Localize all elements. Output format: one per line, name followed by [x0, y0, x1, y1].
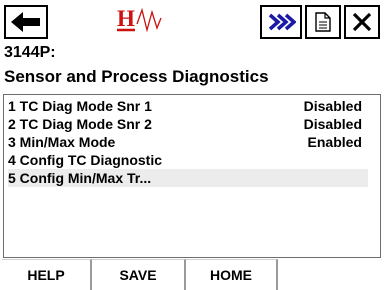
back-button[interactable] [4, 5, 48, 39]
menu-item-tc-diag-mode-snr-1[interactable]: 1 TC Diag Mode Snr 1 Disabled [8, 97, 368, 115]
document-button[interactable] [305, 5, 341, 39]
menu-item-value: Disabled [303, 98, 362, 114]
menu-item-tc-diag-mode-snr-2[interactable]: 2 TC Diag Mode Snr 2 Disabled [8, 115, 368, 133]
menu-item-value: Enabled [307, 134, 362, 150]
close-button[interactable] [344, 5, 380, 39]
page-title: Sensor and Process Diagnostics [4, 67, 269, 86]
menu-item-config-tc-diagnostic[interactable]: 4 Config TC Diagnostic [8, 151, 368, 169]
menu-item-label: 5 Config Min/Max Tr... [8, 170, 152, 186]
device-tag: 3144P: [4, 44, 56, 61]
menu-item-label: 4 Config TC Diagnostic [8, 152, 162, 168]
menu-item-config-min-max-tr[interactable]: 5 Config Min/Max Tr... [8, 169, 368, 187]
screen: H 3144P: Sensor and Process Diagnostics … [0, 0, 386, 290]
menu-item-label: 3 Min/Max Mode [8, 134, 116, 150]
menu-item-label: 1 TC Diag Mode Snr 1 [8, 98, 152, 114]
menu-item-min-max-mode[interactable]: 3 Min/Max Mode Enabled [8, 133, 368, 151]
close-icon [352, 12, 372, 32]
forward-button[interactable] [260, 5, 302, 39]
hart-logo: H [117, 6, 162, 33]
save-button[interactable]: SAVE [92, 259, 186, 290]
svg-text:H: H [117, 6, 135, 31]
menu-item-value: Disabled [303, 116, 362, 132]
document-icon [315, 12, 331, 32]
home-button[interactable]: HOME [186, 259, 278, 290]
menu-list: 1 TC Diag Mode Snr 1 Disabled 2 TC Diag … [3, 94, 381, 258]
menu-item-label: 2 TC Diag Mode Snr 2 [8, 116, 152, 132]
help-button[interactable]: HELP [2, 259, 92, 290]
left-arrow-icon [11, 12, 40, 32]
bottom-bar: HELP SAVE HOME [0, 259, 386, 290]
toolbar: H [0, 0, 386, 46]
double-chevron-right-icon [268, 13, 296, 31]
